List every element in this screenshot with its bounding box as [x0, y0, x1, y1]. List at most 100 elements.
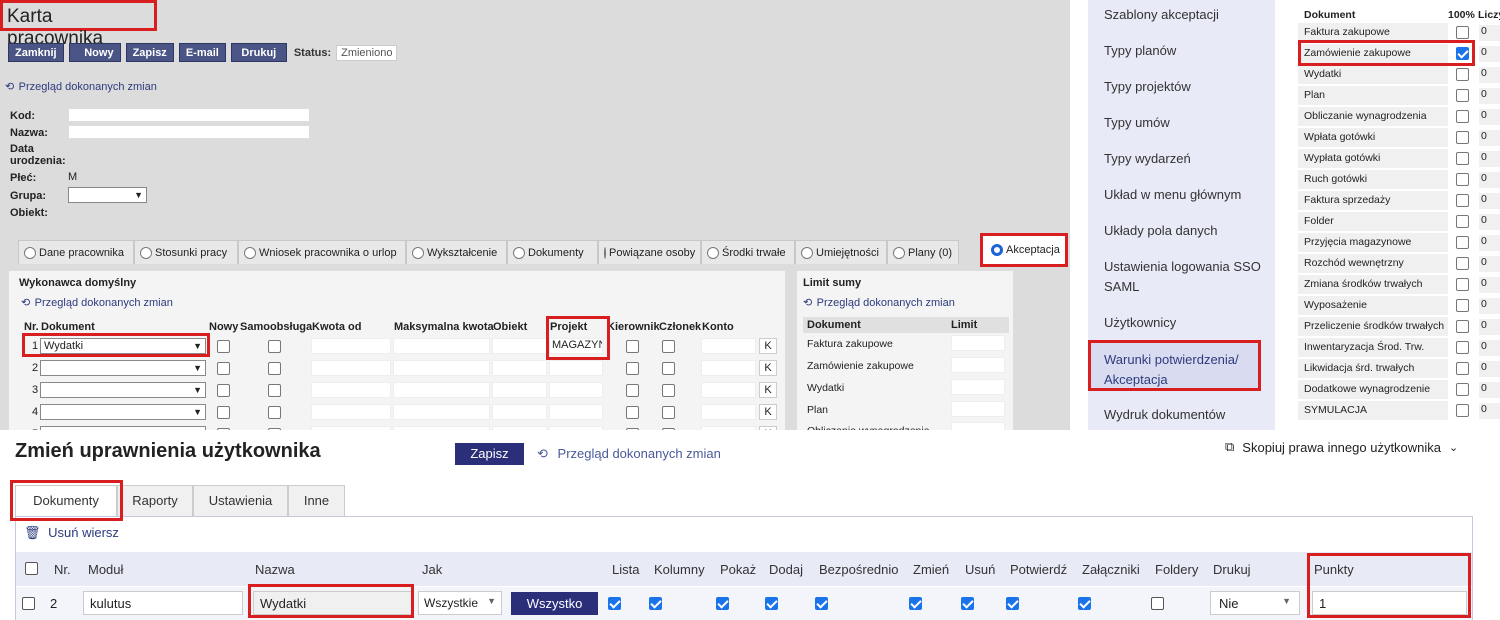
potwierdz-checkbox[interactable] — [1006, 597, 1019, 610]
nav-item[interactable]: Wydruk dokumentów — [1104, 405, 1269, 425]
max-kwota-input[interactable] — [393, 382, 490, 398]
history-link[interactable]: ⟲ Przegląd dokonanych zmian — [537, 446, 721, 462]
samoobsluga-checkbox[interactable] — [268, 384, 281, 397]
kierownik-checkbox[interactable] — [626, 340, 639, 353]
tab-powiazane[interactable]: Powiązane osoby — [598, 240, 701, 264]
lista-checkbox[interactable] — [608, 597, 621, 610]
konto-k-button[interactable]: K — [759, 338, 777, 354]
count-value[interactable]: 0 — [1479, 67, 1500, 83]
samoobsluga-checkbox[interactable] — [268, 340, 281, 353]
max-kwota-input[interactable] — [393, 338, 490, 354]
history-link[interactable]: ⟲ Przegląd dokonanych zmian — [21, 293, 173, 311]
foldery-checkbox[interactable] — [1151, 597, 1164, 610]
hundred-percent-checkbox[interactable] — [1456, 26, 1469, 39]
hundred-percent-checkbox[interactable] — [1456, 404, 1469, 417]
document-select[interactable]: ▼ — [40, 360, 206, 376]
hundred-percent-checkbox[interactable] — [1456, 236, 1469, 249]
hundred-percent-checkbox[interactable] — [1456, 341, 1469, 354]
hundred-percent-checkbox[interactable] — [1456, 278, 1469, 291]
count-value[interactable]: 0 — [1479, 277, 1500, 293]
delete-row-button[interactable]: 🗑 Usuń wiersz — [24, 525, 119, 541]
count-value[interactable]: 0 — [1479, 88, 1500, 104]
obiekt-input[interactable] — [492, 338, 547, 354]
history-link[interactable]: ⟲ Przegląd dokonanych zmian — [803, 293, 955, 311]
konto-k-button[interactable]: K — [759, 360, 777, 376]
print-button[interactable]: Drukuj — [230, 43, 287, 62]
count-value[interactable]: 0 — [1479, 298, 1500, 314]
konto-k-button[interactable]: K — [759, 382, 777, 398]
limit-input[interactable] — [951, 335, 1005, 351]
select-all-checkbox[interactable] — [25, 562, 38, 575]
hundred-percent-checkbox[interactable] — [1456, 152, 1469, 165]
count-value[interactable]: 0 — [1479, 319, 1500, 335]
count-value[interactable]: 0 — [1479, 172, 1500, 188]
jak-select[interactable]: Wszystkie ▼ — [418, 591, 502, 615]
kwota-od-input[interactable] — [311, 382, 391, 398]
count-value[interactable]: 0 — [1479, 340, 1500, 356]
hundred-percent-checkbox[interactable] — [1456, 173, 1469, 186]
zmien-checkbox[interactable] — [909, 597, 922, 610]
hundred-percent-checkbox[interactable] — [1456, 257, 1469, 270]
nav-item[interactable]: Typy projektów — [1104, 77, 1269, 97]
nowy-checkbox[interactable] — [217, 340, 230, 353]
hundred-percent-checkbox[interactable] — [1456, 320, 1469, 333]
hundred-percent-checkbox[interactable] — [1456, 383, 1469, 396]
count-value[interactable]: 0 — [1479, 193, 1500, 209]
projekt-input[interactable] — [549, 404, 603, 420]
konto-input[interactable] — [701, 360, 756, 376]
zalaczniki-checkbox[interactable] — [1078, 597, 1091, 610]
count-value[interactable]: 0 — [1479, 361, 1500, 377]
count-value[interactable]: 0 — [1479, 382, 1500, 398]
tab-wyksztalcenie[interactable]: Wykształcenie — [406, 240, 507, 264]
tab-wniosek[interactable]: Wniosek pracownika o urlop — [238, 240, 406, 264]
hundred-percent-checkbox[interactable] — [1456, 89, 1469, 102]
nav-item[interactable]: Układ w menu głównym — [1104, 185, 1269, 205]
tab-raporty[interactable]: Raporty — [117, 485, 193, 516]
count-value[interactable]: 0 — [1479, 235, 1500, 251]
kierownik-checkbox[interactable] — [626, 384, 639, 397]
hundred-percent-checkbox[interactable] — [1456, 194, 1469, 207]
count-value[interactable]: 0 — [1479, 130, 1500, 146]
nav-item[interactable]: Typy wydarzeń — [1104, 149, 1269, 169]
dodaj-checkbox[interactable] — [765, 597, 778, 610]
obiekt-input[interactable] — [492, 360, 547, 376]
save-button[interactable]: Zapisz — [455, 443, 524, 465]
nav-item[interactable]: Szablony akceptacji — [1104, 5, 1269, 25]
select-all-button[interactable]: Wszystko — [511, 592, 598, 615]
bezposrednio-checkbox[interactable] — [815, 597, 828, 610]
hundred-percent-checkbox[interactable] — [1456, 131, 1469, 144]
tab-umiejetnosci[interactable]: Umiejętności — [795, 240, 887, 264]
konto-input[interactable] — [701, 338, 756, 354]
nowy-checkbox[interactable] — [217, 362, 230, 375]
copy-rights-dropdown[interactable]: ⧉ Skopiuj prawa innego użytkownika ⌄ — [1225, 439, 1458, 455]
hundred-percent-checkbox[interactable] — [1456, 215, 1469, 228]
limit-input[interactable] — [951, 379, 1005, 395]
pokaz-checkbox[interactable] — [716, 597, 729, 610]
kolumny-checkbox[interactable] — [649, 597, 662, 610]
nav-item[interactable]: Typy planów — [1104, 41, 1269, 61]
hundred-percent-checkbox[interactable] — [1456, 68, 1469, 81]
konto-k-button[interactable]: K — [759, 404, 777, 420]
count-value[interactable]: 0 — [1479, 151, 1500, 167]
obiekt-input[interactable] — [492, 382, 547, 398]
count-value[interactable]: 0 — [1479, 403, 1500, 419]
tab-inne[interactable]: Inne — [288, 485, 345, 516]
nav-item[interactable]: SAML — [1104, 277, 1269, 297]
tab-dane[interactable]: Dane pracownika — [18, 240, 134, 264]
tab-srodki[interactable]: Środki trwałe — [701, 240, 795, 264]
samoobsluga-checkbox[interactable] — [268, 406, 281, 419]
nazwa-input[interactable] — [68, 125, 310, 139]
row-checkbox[interactable] — [22, 597, 35, 610]
usun-checkbox[interactable] — [961, 597, 974, 610]
nav-item[interactable]: Układy pola danych — [1104, 221, 1269, 241]
hundred-percent-checkbox[interactable] — [1456, 299, 1469, 312]
count-value[interactable]: 0 — [1479, 46, 1500, 62]
obiekt-input[interactable] — [492, 404, 547, 420]
nav-item-selected[interactable]: Warunki potwierdzenia/ Akceptacja — [1088, 340, 1261, 391]
kwota-od-input[interactable] — [311, 360, 391, 376]
tab-plany[interactable]: Plany (0) — [887, 240, 959, 264]
count-value[interactable]: 0 — [1479, 256, 1500, 272]
hundred-percent-checkbox[interactable] — [1456, 362, 1469, 375]
nav-item[interactable]: Ustawienia logowania SSO — [1104, 257, 1269, 277]
modul-input[interactable]: kulutus — [83, 591, 243, 615]
